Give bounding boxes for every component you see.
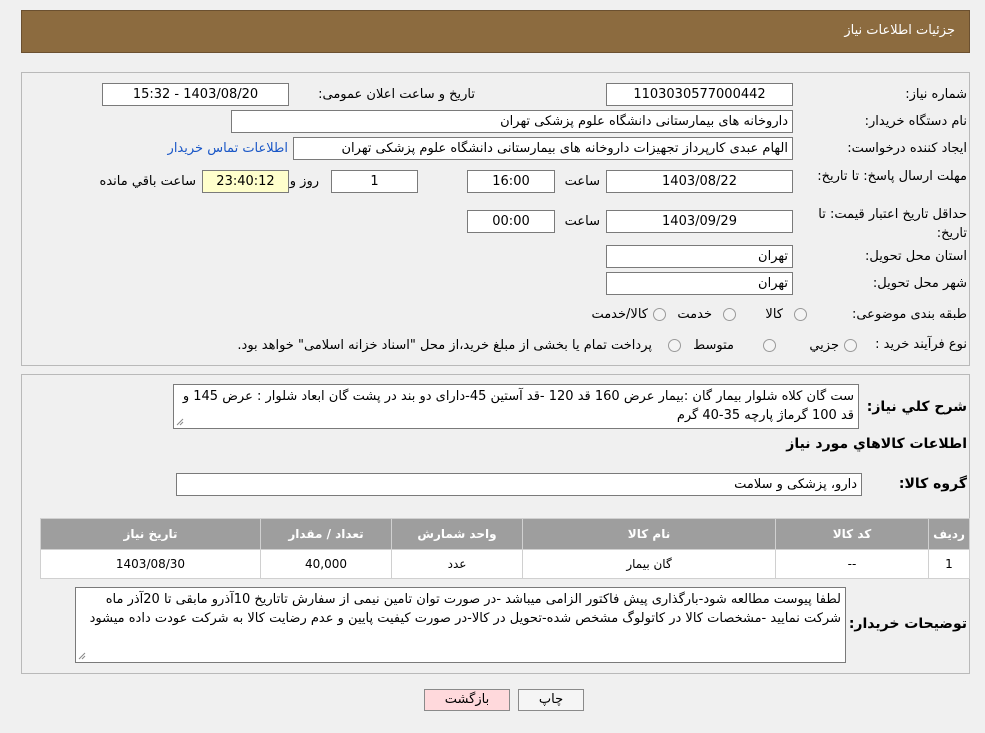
goods-info-title: اطلاعات کالاهاي مورد نياز <box>786 436 967 452</box>
category-label: طبقه بندی موضوعی: <box>851 307 967 322</box>
process-checkbox-treasury[interactable] <box>668 339 681 352</box>
table-header-row: ردیف کد کالا نام کالا واحد شمارش تعداد /… <box>40 518 970 550</box>
col-row-number: ردیف <box>928 518 970 550</box>
validity-date-field: 1403/09/29 <box>606 210 793 233</box>
announce-datetime-field: 1403/08/20 - 15:32 <box>102 83 289 106</box>
need-number-field: 1103030577000442 <box>606 83 793 106</box>
province-field: تهران <box>606 245 793 268</box>
buyer-notes-text: لطفا پیوست مطالعه شود-بارگذاری پیش فاکتو… <box>89 592 841 626</box>
remaining-time-label: ساعت باقي مانده <box>99 174 196 189</box>
summary-textarea: ست گان کلاه شلوار بیمار گان :بیمار عرض 1… <box>173 384 859 429</box>
reply-time-field: 16:00 <box>467 170 555 193</box>
category-option-service: خدمت <box>677 307 712 322</box>
validity-time-label: ساعت <box>564 214 600 229</box>
col-quantity: تعداد / مقدار <box>260 518 392 550</box>
province-label: استان محل تحویل: <box>865 249 967 264</box>
col-need-date: تاریخ نیاز <box>40 518 261 550</box>
buyer-org-label: نام دستگاه خریدار: <box>864 114 967 129</box>
city-field: تهران <box>606 272 793 295</box>
requester-label: ایجاد کننده درخواست: <box>847 141 967 156</box>
buyer-notes-label: توضیحات خریدار: <box>848 616 967 632</box>
col-goods-code: کد کالا <box>775 518 929 550</box>
remaining-time-field: 23:40:12 <box>202 170 289 193</box>
process-option-medium: متوسط <box>693 338 734 353</box>
resize-grip-icon[interactable] <box>78 652 86 660</box>
need-number-label: شماره نیاز: <box>905 87 967 102</box>
cell-goods-code: -- <box>775 549 929 579</box>
reply-time-label: ساعت <box>564 174 600 189</box>
price-validity-label: حداقل تاریخ اعتبار قیمت: تا تاریخ: <box>818 207 967 241</box>
page-title: جزئیات اطلاعات نیاز <box>844 23 955 38</box>
requester-field: الهام عبدی کارپرداز تجهیزات داروخانه های… <box>293 137 793 160</box>
resize-grip-icon[interactable] <box>176 418 184 426</box>
goods-group-label: گروه کالا: <box>898 476 967 492</box>
goods-group-field: دارو، پزشکی و سلامت <box>176 473 862 496</box>
announce-datetime-label: تاریخ و ساعت اعلان عمومی: <box>318 87 475 102</box>
cell-goods-name: گان بیمار <box>522 549 776 579</box>
summary-label: شرح کلي نياز: <box>866 399 967 415</box>
goods-table: ردیف کد کالا نام کالا واحد شمارش تعداد /… <box>40 518 970 579</box>
process-option-minor: جزیي <box>809 338 839 353</box>
category-radio-goods-service[interactable] <box>653 308 666 321</box>
process-radio-minor[interactable] <box>844 339 857 352</box>
cell-unit: عدد <box>391 549 523 579</box>
validity-time-field: 00:00 <box>467 210 555 233</box>
cell-quantity: 40,000 <box>260 549 392 579</box>
cell-row-number: 1 <box>928 549 970 579</box>
table-row: 1 -- گان بیمار عدد 40,000 1403/08/30 <box>40 549 970 579</box>
buyer-contact-link[interactable]: اطلاعات تماس خریدار <box>168 141 288 156</box>
buyer-notes-textarea: لطفا پیوست مطالعه شود-بارگذاری پیش فاکتو… <box>75 587 846 663</box>
days-label: روز و <box>289 174 319 189</box>
back-button[interactable]: بازگشت <box>424 689 510 711</box>
category-radio-service[interactable] <box>723 308 736 321</box>
process-treasury-note: پرداخت تمام یا بخشی از مبلغ خرید،از محل … <box>237 338 652 353</box>
col-unit: واحد شمارش <box>391 518 523 550</box>
buyer-org-field: داروخانه های بیمارستانی دانشگاه علوم پزش… <box>231 110 793 133</box>
category-radio-goods[interactable] <box>794 308 807 321</box>
col-goods-name: نام کالا <box>522 518 776 550</box>
process-label: نوع فرآیند خرید : <box>875 337 967 352</box>
print-button[interactable]: چاپ <box>518 689 584 711</box>
process-radio-medium[interactable] <box>763 339 776 352</box>
category-option-goods-service: کالا/خدمت <box>591 307 648 322</box>
page-header: جزئیات اطلاعات نیاز <box>21 10 970 53</box>
reply-date-field: 1403/08/22 <box>606 170 793 193</box>
cell-need-date: 1403/08/30 <box>40 549 261 579</box>
city-label: شهر محل تحویل: <box>872 276 967 291</box>
summary-text: ست گان کلاه شلوار بیمار گان :بیمار عرض 1… <box>182 389 854 423</box>
reply-deadline-label: مهلت ارسال پاسخ: تا تاریخ: <box>817 169 967 184</box>
category-option-goods: کالا <box>765 307 783 322</box>
days-field: 1 <box>331 170 418 193</box>
